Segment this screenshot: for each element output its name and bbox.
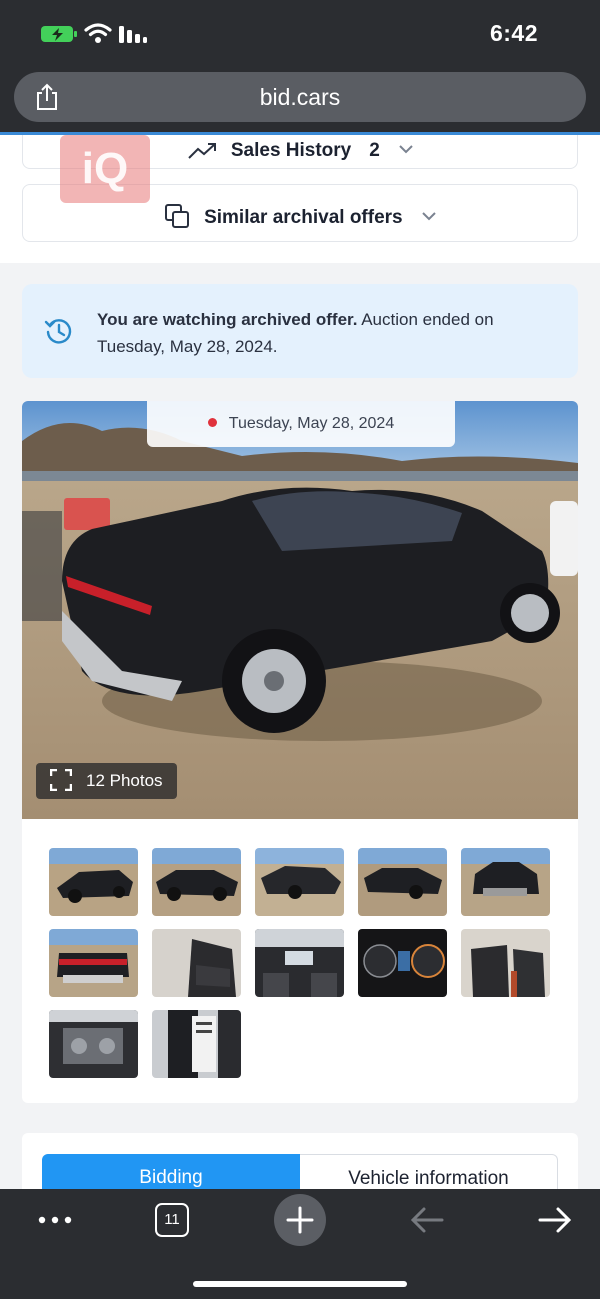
status-dot [207,418,217,427]
cellular-signal-icon [119,26,147,43]
address-bar[interactable]: bid.cars [14,72,586,122]
web-page: Sales History 2 Similar archival offers i… [0,135,600,1189]
thumbnail[interactable] [255,848,344,916]
thumbnail[interactable] [461,929,550,997]
tab-bidding[interactable]: Bidding [42,1154,300,1189]
thumbnail[interactable] [49,929,138,997]
similar-archival-offers-label: Similar archival offers [204,207,403,228]
copy-icon [165,204,190,228]
history-icon [44,319,72,344]
thumbnail[interactable] [152,1010,241,1078]
auction-tabs: Bidding Vehicle information [22,1133,578,1189]
thumbnail[interactable] [152,848,241,916]
status-time: 6:42 [489,20,538,46]
archived-offer-bold: You are watching archived offer. [97,310,358,329]
archived-offer-text: You are watching archived offer. Auction… [97,306,517,360]
tabs-count-button[interactable]: 11 [155,1203,189,1237]
archived-offer-notice: You are watching archived offer. Auction… [22,284,578,378]
iq-watermark-logo: iQ [60,135,150,203]
photo-gallery: Tuesday, May 28, 2024 12 Photos [22,401,578,1103]
back-arrow-icon[interactable] [410,1206,444,1234]
sales-history-label: Sales History [230,140,352,161]
main-vehicle-photo[interactable] [22,401,578,819]
sales-history-count: 2 [369,140,380,161]
battery-charging-icon [41,26,77,42]
chevron-down-icon [399,145,413,154]
auction-date-chip: Tuesday, May 28, 2024 [147,401,455,447]
new-tab-button[interactable] [274,1194,326,1246]
thumbnail[interactable] [49,848,138,916]
plus-icon [286,1206,314,1234]
home-indicator [193,1281,407,1287]
thumbnail[interactable] [358,848,447,916]
more-icon[interactable] [38,1215,72,1225]
status-bar: 6:42 [0,0,600,72]
photos-count-button[interactable]: 12 Photos [36,763,177,799]
thumbnail[interactable] [358,929,447,997]
thumbnail[interactable] [255,929,344,997]
wifi-icon [84,23,112,43]
forward-arrow-icon[interactable] [538,1206,572,1234]
thumbnail[interactable] [461,848,550,916]
url-text: bid.cars [259,84,341,110]
fullscreen-icon [50,769,72,791]
photos-count-label: 12 Photos [86,771,163,790]
thumbnail[interactable] [49,1010,138,1078]
address-bar-area: bid.cars [0,72,600,134]
chevron-down-icon [422,212,436,221]
thumbnail[interactable] [152,929,241,997]
trend-chart-icon [188,143,216,159]
auction-date: Tuesday, May 28, 2024 [228,415,395,432]
tab-vehicle-information[interactable]: Vehicle information [300,1154,558,1189]
